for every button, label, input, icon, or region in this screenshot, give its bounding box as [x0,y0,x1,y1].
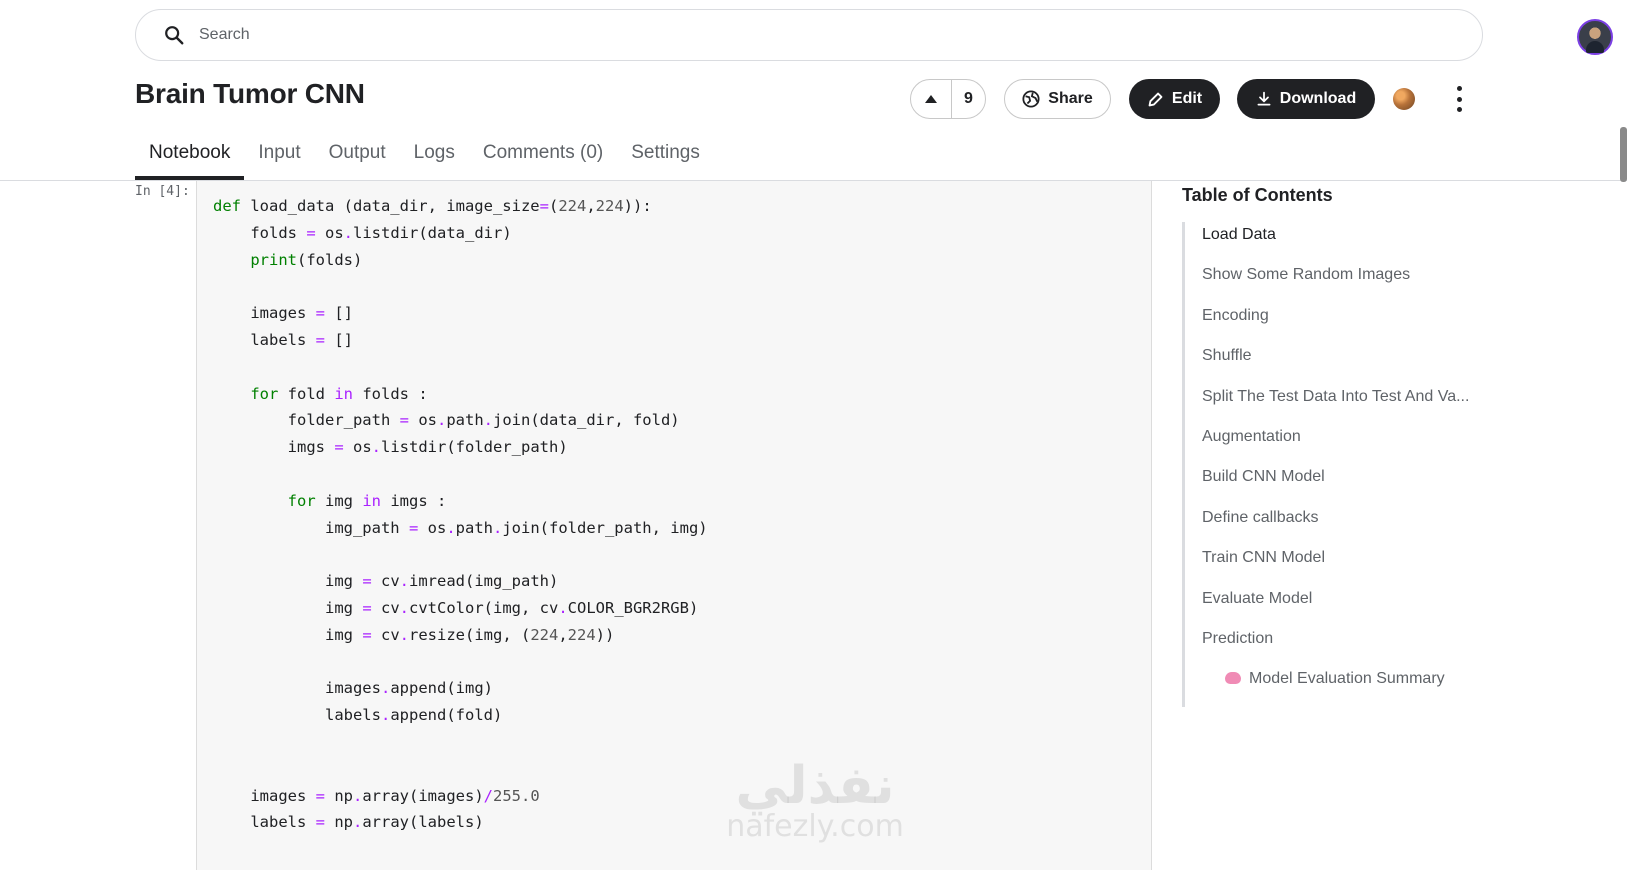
toc-item-encoding[interactable]: Encoding [1185,303,1505,343]
toc-item-evaluation-summary[interactable]: Model Evaluation Summary [1185,666,1505,706]
more-options-icon[interactable] [1447,86,1471,112]
share-label: Share [1048,90,1093,107]
toc-title: Table of Contents [1182,185,1333,205]
page-title: Brain Tumor CNN [135,78,365,109]
search-icon [165,26,184,45]
code-block: def load_data (data_dir, image_size=(224… [213,197,708,832]
brain-icon [1225,672,1241,685]
edit-button[interactable]: Edit [1129,79,1220,119]
toc-item-split-test-data[interactable]: Split The Test Data Into Test And Va... [1185,384,1505,424]
cell-prompt: In [4]: [135,184,190,199]
caret-up-icon [925,95,937,103]
tab-logs[interactable]: Logs [400,136,469,180]
globe-icon [1022,90,1040,108]
tab-notebook[interactable]: Notebook [135,136,245,180]
pencil-icon [1148,92,1163,106]
search-input[interactable] [197,25,1401,45]
user-avatar[interactable] [1577,19,1613,55]
download-icon [1257,91,1271,106]
toc-item-augmentation[interactable]: Augmentation [1185,424,1505,464]
download-button[interactable]: Download [1237,79,1375,119]
toc-item-prediction[interactable]: Prediction [1185,626,1505,666]
tab-output[interactable]: Output [315,136,400,180]
toc-item-load-data[interactable]: Load Data [1185,222,1505,262]
toc-item-shuffle[interactable]: Shuffle [1185,343,1505,383]
toc-item-build-cnn[interactable]: Build CNN Model [1185,464,1505,504]
table-of-contents: Load Data Show Some Random Images Encodi… [1182,222,1505,707]
download-label: Download [1279,90,1357,107]
upvote-button[interactable] [911,80,952,118]
code-cell[interactable]: def load_data (data_dir, image_size=(224… [196,181,1152,870]
tab-settings[interactable]: Settings [617,136,714,180]
tab-input[interactable]: Input [244,136,314,180]
notebook-tabs: Notebook Input Output Logs Comments (0) … [135,136,714,180]
toc-item-evaluate[interactable]: Evaluate Model [1185,586,1505,626]
page-scrollbar[interactable] [1620,127,1627,182]
vote-count: 9 [964,90,973,107]
toc-item-random-images[interactable]: Show Some Random Images [1185,262,1505,302]
edit-label: Edit [1171,90,1203,107]
medal-icon [1393,88,1415,110]
search-bar[interactable] [135,9,1483,61]
toc-item-evaluation-summary-label: Model Evaluation Summary [1249,670,1445,688]
upvote-widget: 9 [910,79,986,119]
tab-comments[interactable]: Comments (0) [469,136,617,180]
toc-item-train-cnn[interactable]: Train CNN Model [1185,545,1505,585]
share-button[interactable]: Share [1004,79,1111,119]
toc-item-callbacks[interactable]: Define callbacks [1185,505,1505,545]
